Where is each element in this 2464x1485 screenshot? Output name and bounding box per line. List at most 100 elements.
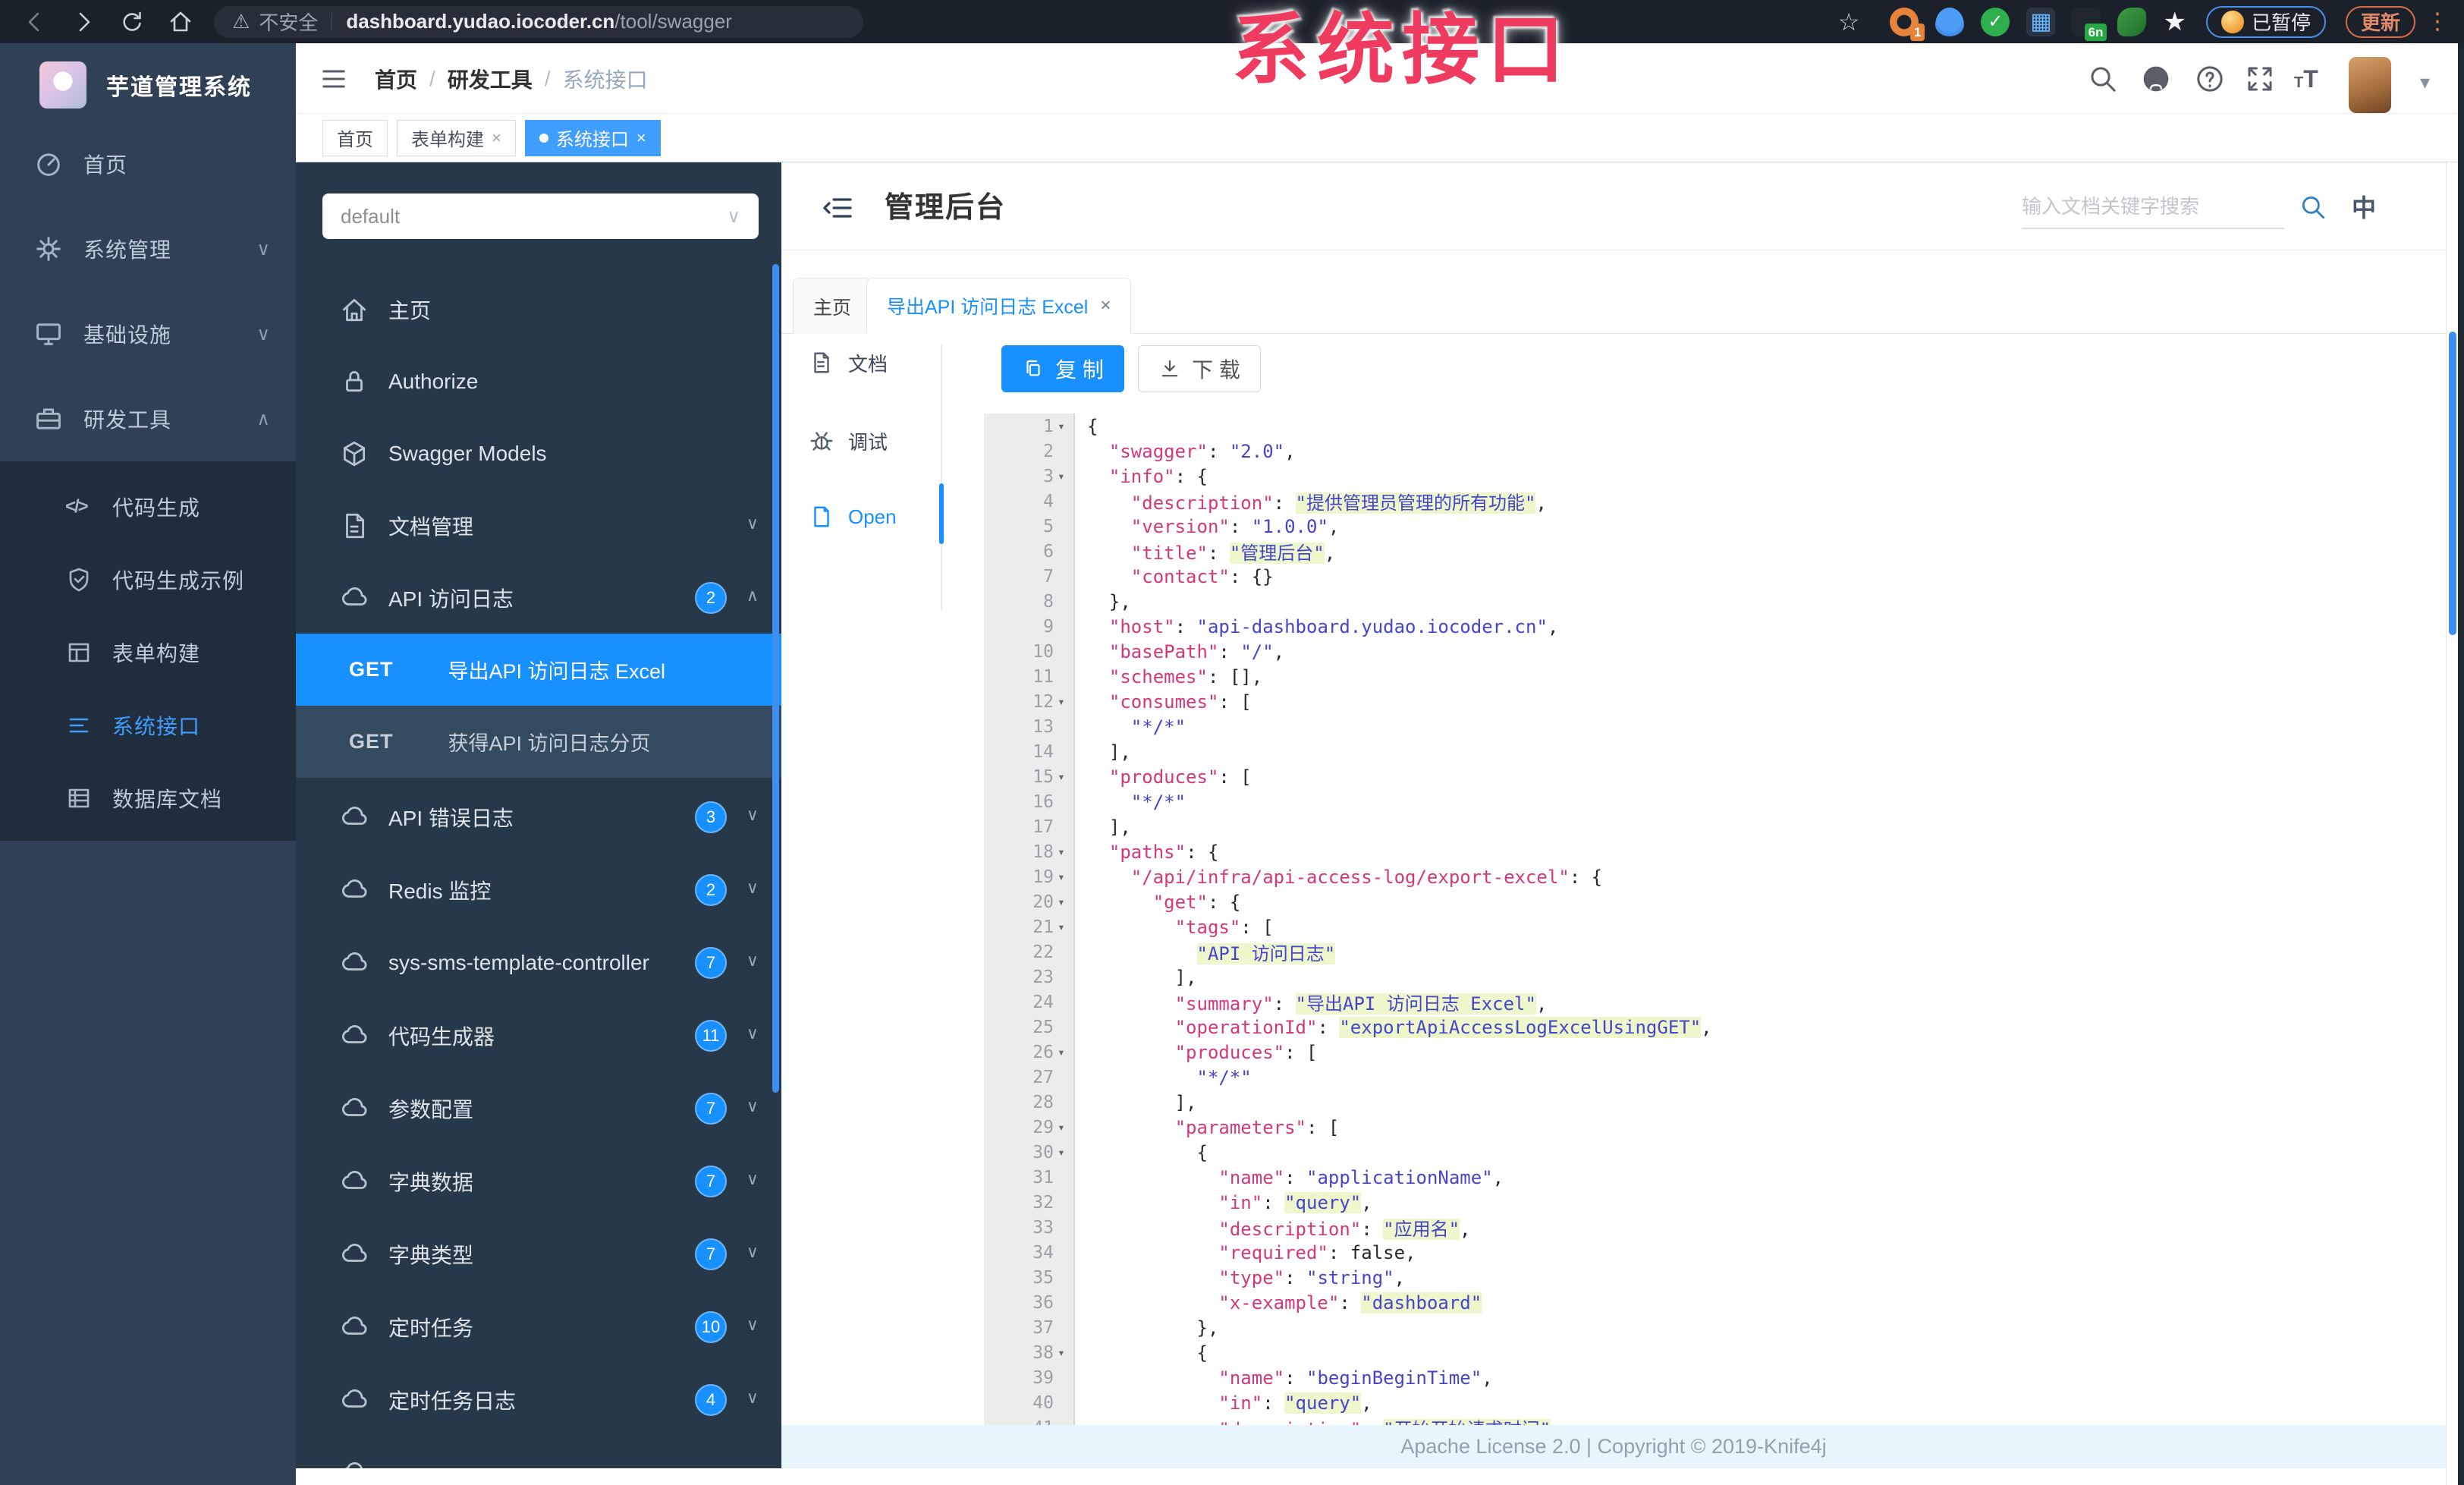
sidebar-scrollbar-thumb[interactable] (772, 264, 779, 1093)
fullscreen-icon[interactable] (2244, 63, 2276, 95)
fold-caret-icon[interactable]: ▾ (1054, 895, 1069, 909)
github-icon[interactable] (2140, 63, 2172, 95)
sidebar-item-codegen-example[interactable]: 代码生成示例 (0, 543, 296, 616)
code-editor[interactable]: 1 ▾{2 "swagger": "2.0", 3 ▾ "info": {4 "des… (984, 414, 2440, 1425)
address-bar[interactable]: ⚠ 不安全 dashboard.yudao.iocoder.cn /tool/s… (214, 5, 863, 38)
doc-search-input[interactable] (2022, 185, 2284, 228)
close-icon[interactable]: × (1100, 295, 1111, 316)
cloud-icon (340, 1386, 369, 1414)
doc-search (2022, 185, 2284, 229)
extension-adblock-icon[interactable]: ✓ (1981, 7, 2010, 36)
close-icon[interactable]: × (636, 128, 646, 148)
line-number: 16 (1032, 791, 1054, 812)
code-text: ], (1174, 1091, 1197, 1113)
main-scrollbar-thumb[interactable] (2449, 332, 2456, 635)
close-icon[interactable]: × (492, 128, 501, 148)
language-icon[interactable]: 中 (2349, 193, 2379, 223)
fold-caret-icon[interactable]: ▾ (1054, 419, 1069, 433)
k4-endpoint-获得API 访问日志分页[interactable]: GET 获得API 访问日志分页 (296, 706, 781, 778)
sidebar-item-system-api[interactable]: 系统接口 (0, 689, 296, 762)
extension-pin-icon[interactable] (1935, 7, 1965, 36)
chevron-down-icon: ∨ (746, 1387, 759, 1407)
extension-leaf-icon[interactable] (2117, 7, 2147, 36)
sidebar-item-db-doc[interactable]: 数据库文档 (0, 762, 296, 835)
download-button[interactable]: 下 载 (1138, 345, 1261, 392)
panel-collapse-icon[interactable] (821, 191, 854, 225)
k4-menu-item-Authorize[interactable]: Authorize (296, 345, 781, 417)
bookmark-star-icon[interactable]: ☆ (1838, 8, 1860, 36)
sidebar-item-home[interactable]: 首页 (0, 121, 296, 206)
k4-menu-item-sys-sms-template-controller[interactable]: sys-sms-template-controller 7 ∨ (296, 927, 781, 999)
tag-system-api[interactable]: 系统接口 × (524, 119, 661, 156)
k4-menu-item-Swagger Models[interactable]: Swagger Models (296, 417, 781, 489)
fold-caret-icon[interactable]: ▾ (1054, 694, 1069, 709)
k4-menu-item-API 错误日志[interactable]: API 错误日志 3 ∨ (296, 781, 781, 853)
k4-endpoint-导出API 访问日志 Excel[interactable]: GET 导出API 访问日志 Excel (296, 634, 781, 706)
sidebar-submenu: </> 代码生成 代码生成示例 表单构建 系统接口 数据库文档 (0, 461, 296, 841)
code-text: { (1196, 1141, 1208, 1163)
extension-star-icon[interactable]: ★ (2163, 8, 2186, 36)
user-avatar[interactable] (2349, 57, 2391, 113)
main-scrollbar-track[interactable] (2446, 162, 2458, 1485)
font-size-icon[interactable]: TT (2294, 63, 2326, 95)
help-icon[interactable] (2194, 63, 2226, 95)
browser-back-icon[interactable] (21, 8, 49, 36)
fold-caret-icon[interactable]: ▾ (1054, 920, 1069, 934)
sidebar-item-codegen[interactable]: </> 代码生成 (0, 470, 296, 543)
k4-menu-item-代码生成器[interactable]: 代码生成器 11 ∨ (296, 999, 781, 1071)
group-select[interactable]: default ∨ (322, 193, 759, 239)
k4-menu-item-Redis 监控[interactable]: Redis 监控 2 ∨ (296, 854, 781, 926)
sidebar-item-infra[interactable]: 基础设施 ∨ (0, 291, 296, 376)
side-tab-debug[interactable]: 调试 (809, 420, 888, 462)
k4-menu-item-字典类型[interactable]: 字典类型 7 ∨ (296, 1218, 781, 1290)
url-path: /tool/swagger (614, 10, 732, 33)
breadcrumb-devtools[interactable]: 研发工具 (448, 64, 533, 94)
search-icon[interactable] (2087, 63, 2119, 95)
page-title: 管理后台 (885, 192, 1007, 224)
search-icon[interactable] (2299, 193, 2327, 222)
line-number: 5 (1043, 516, 1054, 536)
sidebar-item-system[interactable]: 系统管理 ∨ (0, 206, 296, 291)
caret-down-icon[interactable]: ▾ (2420, 71, 2430, 94)
k4-menu-item-字典数据[interactable]: 字典数据 7 ∨ (296, 1145, 781, 1217)
browser-menu-icon[interactable]: ⋮ (2426, 8, 2449, 35)
security-label[interactable]: 不安全 (259, 8, 318, 36)
extension-grid-icon[interactable]: ▦ (2026, 7, 2056, 36)
side-tab-document[interactable]: 文档 (809, 341, 888, 384)
fold-caret-icon[interactable]: ▾ (1054, 845, 1069, 859)
app-logo[interactable]: 芋道管理系统 (0, 43, 296, 127)
doc-tab-home[interactable]: 主页 (793, 278, 872, 334)
k4-menu-item-参数配置[interactable]: 参数配置 7 ∨ (296, 1072, 781, 1144)
doc-tab-export-api[interactable]: 导出API 访问日志 Excel × (866, 278, 1132, 334)
k4-menu-item-定时任务日志[interactable]: 定时任务日志 4 ∨ (296, 1364, 781, 1436)
fold-caret-icon[interactable]: ▾ (1054, 1345, 1069, 1360)
k4-menu-item-主页[interactable]: 主页 (296, 273, 781, 345)
code-text: "parameters": [ (1174, 1116, 1340, 1138)
sidebar-collapse-icon[interactable] (319, 64, 349, 94)
extension-orange-icon[interactable]: 1 (1890, 7, 1925, 41)
fold-caret-icon[interactable]: ▾ (1054, 469, 1069, 483)
copy-button[interactable]: 复 制 (1001, 345, 1124, 392)
browser-home-icon[interactable] (167, 8, 194, 36)
sidebar-item-form-builder[interactable]: 表单构建 (0, 616, 296, 689)
k4-menu-item-文档管理[interactable]: 文档管理 ∨ (296, 489, 781, 562)
browser-refresh-icon[interactable] (118, 8, 146, 36)
sidebar-item-devtools[interactable]: 研发工具 ∧ (0, 376, 296, 461)
browser-forward-icon[interactable] (70, 8, 97, 36)
k4-menu-item-定时任务[interactable]: 定时任务 10 ∨ (296, 1291, 781, 1363)
breadcrumb-home[interactable]: 首页 (375, 64, 417, 94)
k4-menu-item-API 访问日志[interactable]: API 访问日志 2 ∧ (296, 562, 781, 634)
fold-caret-icon[interactable]: ▾ (1054, 870, 1069, 884)
fold-caret-icon[interactable]: ▾ (1054, 769, 1069, 784)
bug-icon (809, 428, 834, 454)
count-badge: 7 (695, 946, 727, 979)
fold-caret-icon[interactable]: ▾ (1054, 1045, 1069, 1059)
fold-caret-icon[interactable]: ▾ (1054, 1120, 1069, 1134)
extension-dark-icon[interactable]: 6n (2072, 7, 2107, 41)
fold-caret-icon[interactable]: ▾ (1054, 1145, 1069, 1159)
tag-form-builder[interactable]: 表单构建 × (397, 119, 516, 156)
tag-home[interactable]: 首页 (322, 119, 388, 156)
side-tab-open[interactable]: Open (809, 496, 897, 538)
paused-button[interactable]: 已暂停 (2205, 5, 2326, 38)
update-button[interactable]: 更新 (2345, 5, 2415, 38)
